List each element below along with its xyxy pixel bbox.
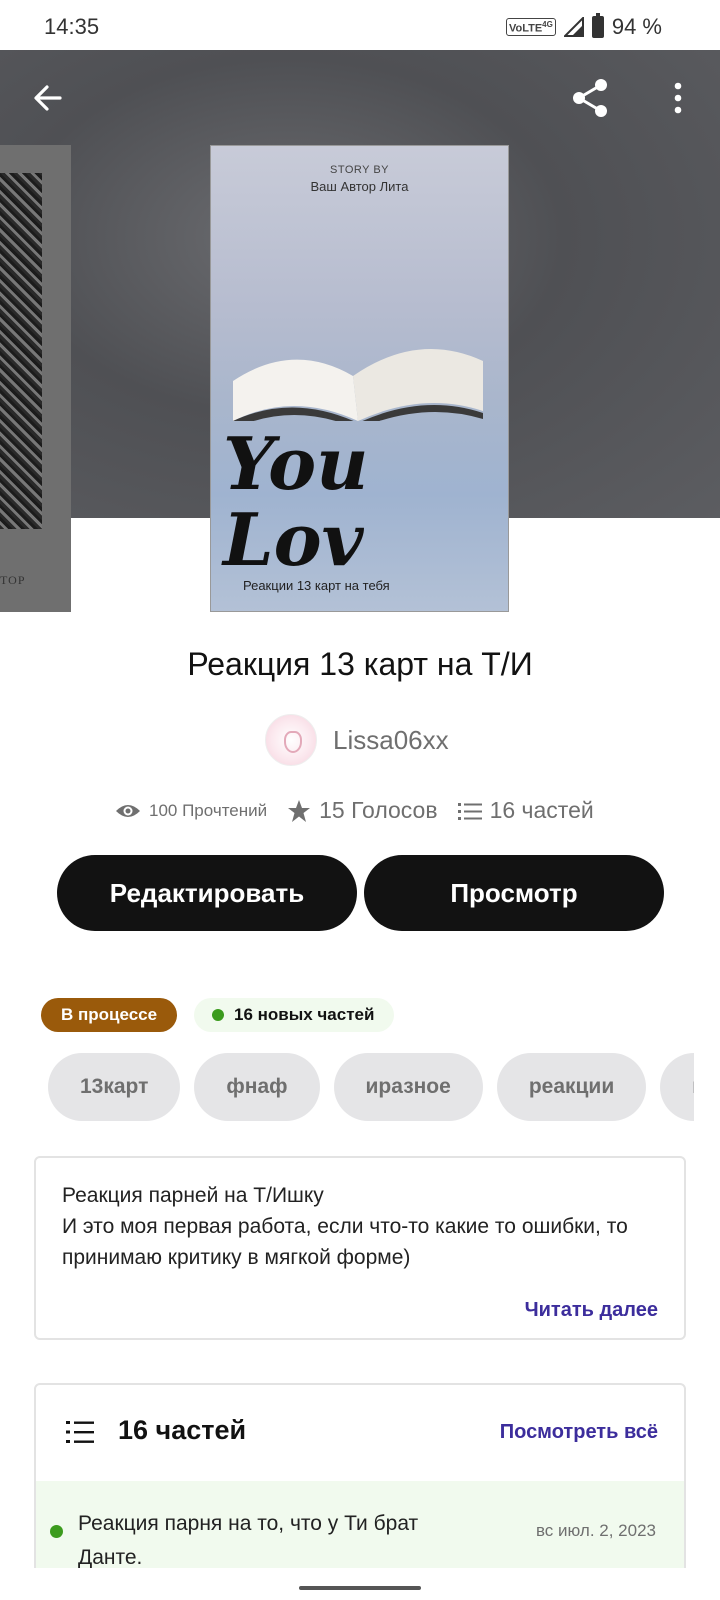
- status-time: 14:35: [44, 14, 100, 39]
- tag-chip[interactable]: 13карт: [48, 1053, 181, 1121]
- part-title[interactable]: Реакция парня на то, что у Ти брат Данте…: [78, 1507, 468, 1575]
- tag-chip[interactable]: иразное: [333, 1053, 483, 1121]
- new-part-dot: [50, 1525, 63, 1538]
- cover-story-by: STORY BY: [329, 164, 390, 176]
- reads-stat: 100 Прочтений: [115, 801, 267, 821]
- in-progress-badge: В процессе: [41, 998, 178, 1032]
- book-illustration: [233, 349, 483, 421]
- votes-stat: 15 Голосов: [287, 797, 438, 824]
- new-parts-badge: 16 новых частей: [194, 998, 395, 1032]
- previous-cover-caption: ТОР: [0, 573, 26, 587]
- cover-title: You Lov: [223, 421, 369, 582]
- author-link[interactable]: Lissa06xx: [265, 714, 449, 766]
- story-stats: 100 Прочтений 15 Голосов 16 частей: [115, 797, 614, 824]
- status-icons: VoLTE4G 94 %: [505, 13, 662, 40]
- cover-subtitle: Реакции 13 карт на тебя: [243, 578, 390, 593]
- home-gesture-handle[interactable]: [299, 1586, 421, 1590]
- parts-stat: 16 частей: [457, 797, 594, 824]
- eye-icon: [116, 804, 140, 817]
- story-description: Реакция парней на Т/Ишку И это моя перва…: [62, 1184, 628, 1269]
- previous-cover-art: [0, 173, 42, 529]
- story-cover-image: STORY BY Ваш Автор Лита You Lov Реакции …: [210, 145, 509, 612]
- author-avatar[interactable]: [265, 714, 317, 766]
- more-vertical-icon: [674, 82, 682, 114]
- read-more-link[interactable]: Читать далее: [525, 1299, 658, 1322]
- parts-count: 16 частей: [118, 1415, 247, 1445]
- part-date: вс июл. 2, 2023: [535, 1521, 656, 1540]
- edit-button[interactable]: Редактировать: [57, 855, 357, 931]
- share-button[interactable]: [562, 70, 618, 126]
- previous-cover-image[interactable]: ТОР: [0, 145, 71, 612]
- tag-list[interactable]: 13карт фнаф иразное реакции к: [48, 1053, 694, 1121]
- tag-chip[interactable]: к: [660, 1053, 694, 1121]
- see-all-link[interactable]: Посмотреть всё: [500, 1421, 658, 1444]
- status-bar: 14:35 VoLTE4G 94 %: [0, 0, 720, 50]
- list-icon: [457, 802, 482, 820]
- parts-header: 16 частей Посмотреть всё: [36, 1385, 684, 1481]
- description-card: Реакция парней на Т/Ишку И это моя перва…: [34, 1156, 686, 1340]
- signal-icon: [563, 17, 584, 37]
- volte-icon: VoLTE4G: [505, 17, 556, 37]
- star-icon: [288, 799, 311, 822]
- preview-button[interactable]: Просмотр: [364, 855, 664, 931]
- new-indicator-dot: [212, 1009, 224, 1021]
- tag-chip[interactable]: фнаф: [194, 1053, 320, 1121]
- author-name[interactable]: Lissa06xx: [333, 725, 449, 756]
- battery-level: 94 %: [611, 14, 662, 39]
- cover-author: Ваш Автор Лита: [310, 179, 409, 194]
- back-button[interactable]: [20, 70, 76, 126]
- battery-icon: [591, 13, 604, 38]
- arrow-left-icon: [34, 85, 62, 111]
- more-options-button[interactable]: [650, 70, 706, 126]
- navigation-bar: [0, 1568, 720, 1600]
- story-title: Реакция 13 карт на Т/И: [187, 646, 533, 682]
- list-icon: [66, 1421, 94, 1443]
- share-icon: [573, 79, 607, 117]
- tag-chip[interactable]: реакции: [496, 1053, 647, 1121]
